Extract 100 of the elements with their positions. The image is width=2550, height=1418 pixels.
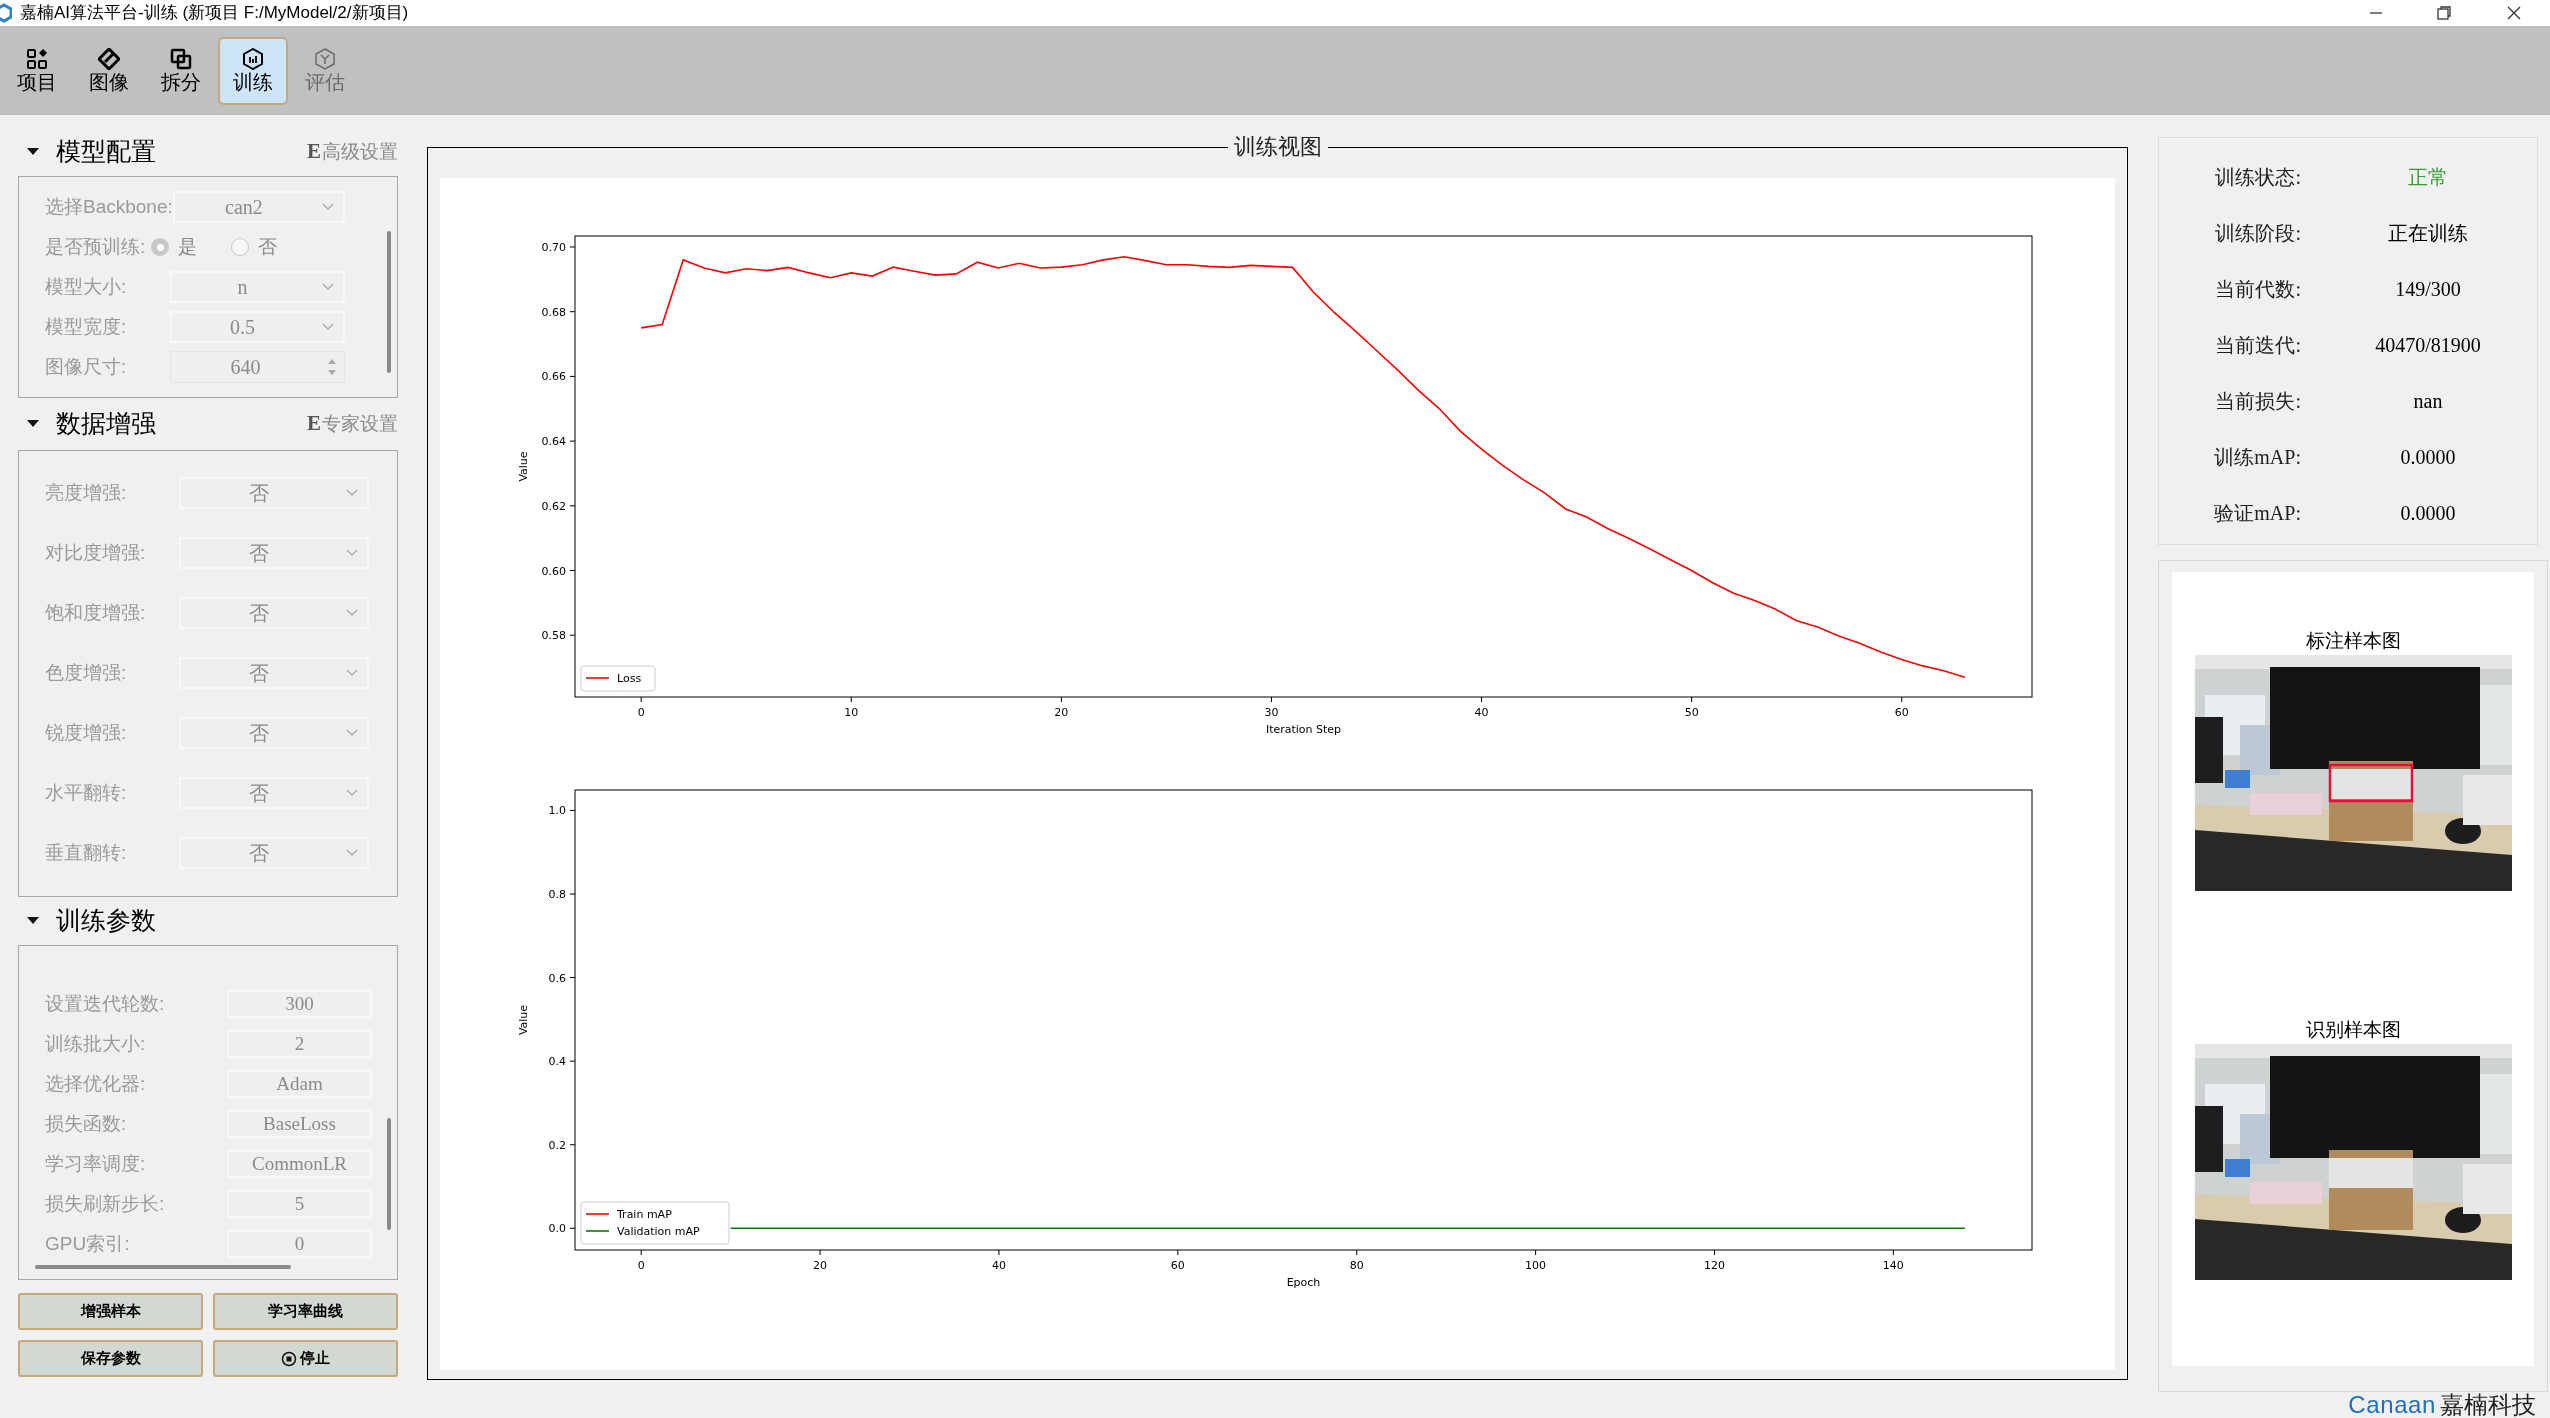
- tick-label: 0.64: [541, 435, 566, 449]
- tick-label: 0.62: [541, 499, 566, 513]
- tick-label: 10: [844, 706, 859, 719]
- tick-label: 20: [1054, 706, 1069, 719]
- sample-title: 标注样本图: [2305, 629, 2401, 653]
- tick-label: 120: [1704, 1259, 1725, 1272]
- tick-label: 30: [1264, 706, 1279, 719]
- chevron-down-icon: [345, 608, 359, 618]
- field-label: 饱和度增强:: [45, 600, 146, 625]
- field-label: GPU索引:: [45, 1231, 130, 1256]
- section-title: 训练参数: [56, 905, 156, 937]
- chevron-down-icon: [321, 282, 335, 292]
- chevron-down-icon: [345, 728, 359, 738]
- close-icon[interactable]: [2506, 5, 2522, 21]
- sample-title: 识别样本图: [2305, 1018, 2401, 1042]
- field-label: 损失函数:: [45, 1111, 127, 1136]
- tick-label: 0.68: [541, 305, 566, 319]
- chevron-down-icon: [345, 788, 359, 798]
- tick-label: 100: [1525, 1259, 1547, 1272]
- status-label: 验证mAP:: [2213, 501, 2301, 526]
- field-label: 设置迭代轮数:: [45, 991, 165, 1016]
- status-value: 149/300: [2394, 277, 2462, 302]
- tick-label: 60: [1894, 706, 1909, 719]
- tick-label: 0.2: [548, 1138, 566, 1152]
- field-label: 模型宽度:: [45, 314, 127, 339]
- status-value: 正在训练: [2387, 221, 2469, 246]
- tick-label: 0.0: [548, 1222, 566, 1236]
- chevron-down-icon: [345, 848, 359, 858]
- grid-icon: [26, 48, 48, 70]
- tick-label: 0.66: [541, 370, 566, 384]
- tick-label: 0.60: [541, 564, 566, 578]
- tick-label: 0.58: [541, 629, 566, 643]
- status-value: 正常: [2407, 165, 2449, 190]
- window-title: 嘉楠AI算法平台-训练 (新项目 F:/MyModel/2/新项目): [20, 2, 409, 25]
- restore-icon[interactable]: [2436, 5, 2452, 21]
- field-label: 选择优化器:: [45, 1071, 146, 1096]
- status-value: 40470/81900: [2374, 333, 2482, 358]
- action-button[interactable]: 保存参数: [18, 1340, 203, 1377]
- tick-label: 40: [1474, 706, 1489, 719]
- brand-logo: Canaan: [2348, 1392, 2436, 1418]
- axis-title: Iteration Step: [1265, 723, 1342, 736]
- status-label: 当前损失:: [2214, 389, 2301, 414]
- action-button[interactable]: 增强样本: [18, 1293, 203, 1330]
- overlapping-squares-icon: [170, 48, 192, 70]
- tick-label: 60: [1170, 1259, 1185, 1272]
- tick-label: 40: [991, 1259, 1006, 1272]
- chevron-down-icon: [321, 322, 335, 332]
- tick-label: 50: [1684, 706, 1699, 719]
- chevron-down-icon: [345, 548, 359, 558]
- status-value: 0.0000: [2399, 445, 2457, 470]
- status-label: 训练状态:: [2214, 165, 2301, 190]
- tick-label: 0: [637, 706, 645, 719]
- status-label: 训练阶段:: [2214, 221, 2301, 246]
- field-label: 模型大小:: [45, 274, 127, 299]
- field-label: 损失刷新步长:: [45, 1191, 165, 1216]
- chevron-down-icon: [345, 668, 359, 678]
- field-label: 学习率调度:: [45, 1151, 146, 1176]
- tick-label: 140: [1882, 1259, 1904, 1272]
- action-button[interactable]: 停止: [213, 1340, 398, 1377]
- axis-title: Value: [517, 451, 530, 482]
- field-label: 图像尺寸:: [45, 354, 127, 379]
- tick-label: 0.6: [548, 971, 566, 985]
- action-button[interactable]: 学习率曲线: [213, 1293, 398, 1330]
- tick-label: 1.0: [548, 804, 566, 818]
- tick-label: 0: [637, 1259, 645, 1272]
- chevron-down-icon: [345, 488, 359, 498]
- field-label: 选择Backbone:: [45, 194, 173, 219]
- status-label: 当前代数:: [2214, 277, 2301, 302]
- field-label: 是否预训练:: [45, 234, 146, 259]
- field-label: 锐度增强:: [45, 720, 127, 745]
- scrollbar-thumb[interactable]: [35, 1265, 291, 1269]
- axis-title: Epoch: [1286, 1276, 1321, 1289]
- status-label: 当前迭代:: [2214, 333, 2301, 358]
- legend-label: Validation mAP: [617, 1225, 700, 1238]
- hexagon-bars-icon: [242, 48, 264, 70]
- field-label: 色度增强:: [45, 660, 127, 685]
- brand-name: 嘉楠科技: [2440, 1392, 2536, 1418]
- section-title: 模型配置: [56, 136, 156, 168]
- stop-icon: [281, 1350, 297, 1367]
- hexagon-fork-icon: [314, 48, 336, 70]
- legend-label: Loss: [617, 672, 642, 685]
- toolbar-button[interactable]: 图像: [74, 36, 144, 105]
- tick-label: 0.8: [548, 888, 566, 902]
- settings-link[interactable]: E高级设置: [307, 136, 398, 168]
- legend-label: Train mAP: [617, 1208, 672, 1221]
- scrollbar-thumb[interactable]: [387, 231, 391, 373]
- toolbar-button[interactable]: 训练: [218, 36, 288, 105]
- tick-label: 80: [1349, 1259, 1364, 1272]
- status-label: 训练mAP:: [2213, 445, 2301, 470]
- field-label: 水平翻转:: [45, 780, 127, 805]
- toolbar-button[interactable]: 项目: [2, 36, 72, 105]
- field-label: 训练批大小:: [45, 1031, 146, 1056]
- settings-link[interactable]: E专家设置: [307, 408, 398, 440]
- section-title: 数据增强: [56, 408, 156, 440]
- scrollbar-thumb[interactable]: [387, 1118, 391, 1230]
- tick-label: 0.4: [548, 1055, 566, 1069]
- tick-label: 0.70: [541, 241, 566, 254]
- toolbar-button[interactable]: 拆分: [146, 36, 216, 105]
- field-label: 亮度增强:: [45, 480, 127, 505]
- field-label: 垂直翻转:: [45, 840, 127, 865]
